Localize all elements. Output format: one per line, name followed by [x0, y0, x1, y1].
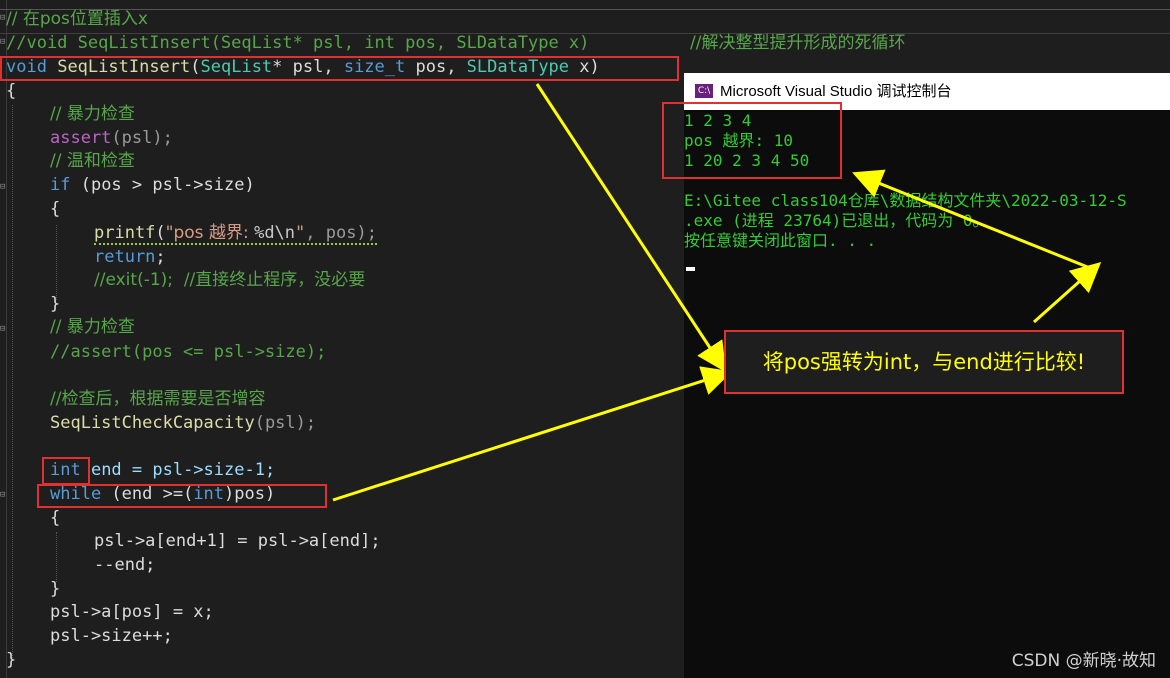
arrow-while-to-callout	[332, 366, 733, 502]
watermark: CSDN @新晓·故知	[1011, 651, 1156, 671]
annotation-callout: 将pos强转为int，与end进行比较!	[724, 330, 1124, 394]
arrow-signature-to-callout	[535, 83, 727, 373]
arrow-to-output	[852, 169, 1091, 270]
arrow-callout-to-corner	[1033, 262, 1102, 324]
